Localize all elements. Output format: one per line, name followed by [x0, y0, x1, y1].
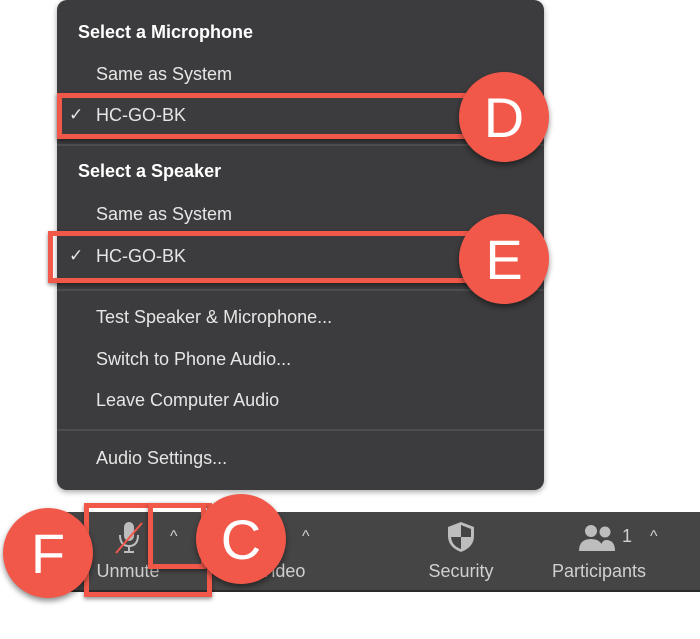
security-label: Security — [428, 561, 494, 581]
annotation-box-e — [48, 231, 476, 283]
menu-item-label: Test Speaker & Microphone... — [96, 307, 333, 327]
menu-item-label: Leave Computer Audio — [96, 390, 280, 410]
shield-icon — [446, 521, 476, 558]
annotation-badge-d: D — [459, 72, 549, 162]
microphone-header: Select a Microphone — [78, 22, 254, 42]
speaker-option-label: Same as System — [96, 204, 233, 224]
participants-icon — [578, 524, 616, 557]
audio-settings-item[interactable]: Audio Settings... — [57, 439, 544, 477]
menu-separator — [57, 429, 544, 431]
annotation-badge-f: F — [3, 508, 93, 598]
participants-options-caret[interactable]: ^ — [650, 528, 658, 546]
switch-to-phone-audio-item[interactable]: Switch to Phone Audio... — [57, 340, 544, 378]
annotation-badge-c: C — [196, 494, 286, 584]
participants-button[interactable]: 1 Participants — [544, 512, 654, 590]
test-speaker-microphone-item[interactable]: Test Speaker & Microphone... — [57, 298, 544, 336]
participants-label: Participants — [551, 561, 647, 581]
participants-count: 1 — [622, 526, 633, 546]
mic-option-label: Same as System — [96, 64, 233, 84]
menu-item-label: Switch to Phone Audio... — [96, 349, 292, 369]
video-options-caret[interactable]: ^ — [302, 528, 310, 546]
security-button[interactable]: Security — [416, 512, 506, 590]
speaker-header: Select a Speaker — [78, 161, 222, 181]
leave-computer-audio-item[interactable]: Leave Computer Audio — [57, 381, 544, 419]
annotation-box-d — [57, 93, 475, 139]
menu-item-label: Audio Settings... — [96, 448, 228, 468]
annotation-badge-e: E — [459, 214, 549, 304]
